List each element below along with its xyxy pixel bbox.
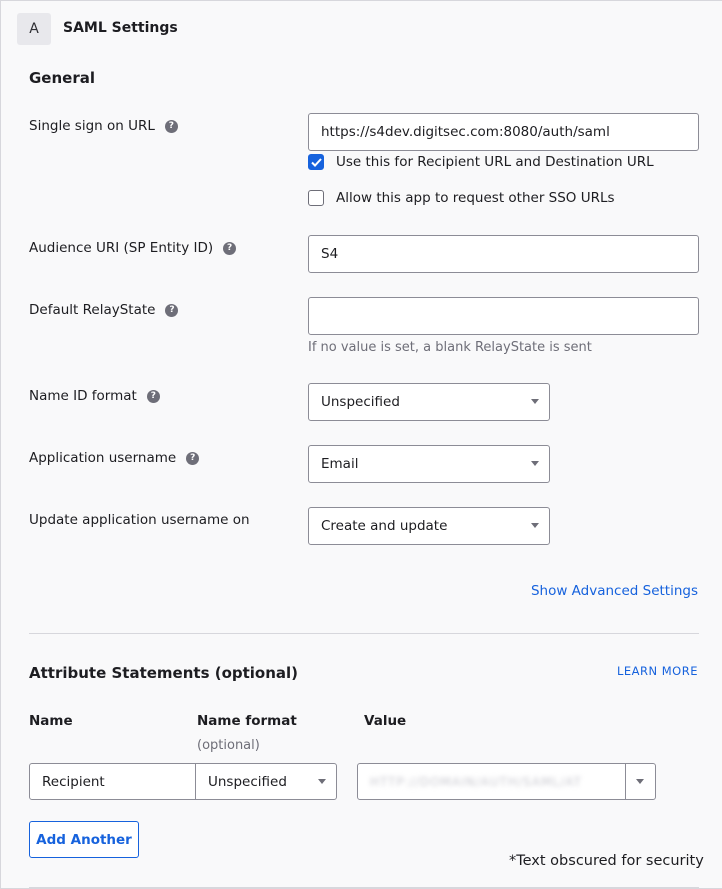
column-header-value: Value [364,713,407,729]
help-icon[interactable]: ? [223,241,237,255]
sso-url-label: Single sign on URL ? [29,118,178,134]
chevron-down-icon [318,779,326,784]
update-username-label-text: Update application username on [29,512,250,528]
column-header-name: Name [29,713,73,729]
name-id-format-value: Unspecified [321,394,400,410]
step-badge: A [17,13,51,45]
show-advanced-settings-link[interactable]: Show Advanced Settings [531,583,698,599]
bottom-divider [29,887,699,888]
chevron-down-icon [636,779,644,784]
audience-uri-value: S4 [321,246,339,262]
app-username-label-text: Application username [29,450,177,466]
audience-uri-label-text: Audience URI (SP Entity ID) [29,240,214,256]
chevron-down-icon [531,523,539,528]
learn-more-link[interactable]: LEARN MORE [617,664,698,678]
help-icon[interactable]: ? [164,119,178,133]
panel-header: A SAML Settings [1,1,722,58]
other-sso-checkbox-label: Allow this app to request other SSO URLs [336,190,615,206]
recipient-url-checkbox-row[interactable]: Use this for Recipient URL and Destinati… [308,154,654,170]
attribute-format-value: Unspecified [208,773,287,790]
attribute-value-dropdown[interactable] [625,763,656,800]
other-sso-checkbox-row[interactable]: Allow this app to request other SSO URLs [308,190,615,206]
attribute-value-obscured: HTTP://DOMAIN/AUTH/SAML/AT [370,774,582,789]
relay-state-label: Default RelayState ? [29,302,179,318]
name-id-format-select[interactable]: Unspecified [308,383,550,421]
name-format-optional-hint: (optional) [197,738,260,753]
attribute-name-value: Recipient [42,773,105,790]
update-username-label: Update application username on [29,512,250,528]
panel-title: SAML Settings [63,20,178,36]
update-username-value: Create and update [321,518,448,534]
sso-url-label-text: Single sign on URL [29,118,155,134]
sso-url-value: https://s4dev.digitsec.com:8080/auth/sam… [321,124,610,140]
recipient-url-checkbox[interactable] [308,154,324,170]
column-header-name-format: Name format [197,713,297,729]
app-username-value: Email [321,456,359,472]
saml-settings-panel: A SAML Settings General Single sign on U… [0,0,722,889]
other-sso-checkbox[interactable] [308,190,324,206]
chevron-down-icon [531,461,539,466]
general-section-title: General [29,69,95,87]
checkmark-icon [310,157,322,167]
help-icon[interactable]: ? [165,303,179,317]
chevron-down-icon [531,399,539,404]
attribute-statements-title: Attribute Statements (optional) [29,664,299,682]
app-username-select[interactable]: Email [308,445,550,483]
name-id-format-label-text: Name ID format [29,388,137,404]
attribute-value-input[interactable]: HTTP://DOMAIN/AUTH/SAML/AT [357,763,626,800]
relay-state-label-text: Default RelayState [29,302,156,318]
attribute-name-input[interactable]: Recipient [29,763,196,800]
relay-state-input[interactable] [308,297,699,335]
attribute-format-select[interactable]: Unspecified [195,763,337,800]
name-id-format-label: Name ID format ? [29,388,160,404]
help-icon[interactable]: ? [146,389,160,403]
audience-uri-label: Audience URI (SP Entity ID) ? [29,240,237,256]
relay-state-hint: If no value is set, a blank RelayState i… [308,340,592,355]
add-another-button[interactable]: Add Another [29,821,139,858]
obscured-text-note: *Text obscured for security [509,853,704,869]
help-icon[interactable]: ? [186,451,200,465]
app-username-label: Application username ? [29,450,200,466]
sso-url-input[interactable]: https://s4dev.digitsec.com:8080/auth/sam… [308,113,699,151]
recipient-url-checkbox-label: Use this for Recipient URL and Destinati… [336,154,654,170]
audience-uri-input[interactable]: S4 [308,235,699,273]
update-username-select[interactable]: Create and update [308,507,550,545]
section-divider [29,633,699,634]
